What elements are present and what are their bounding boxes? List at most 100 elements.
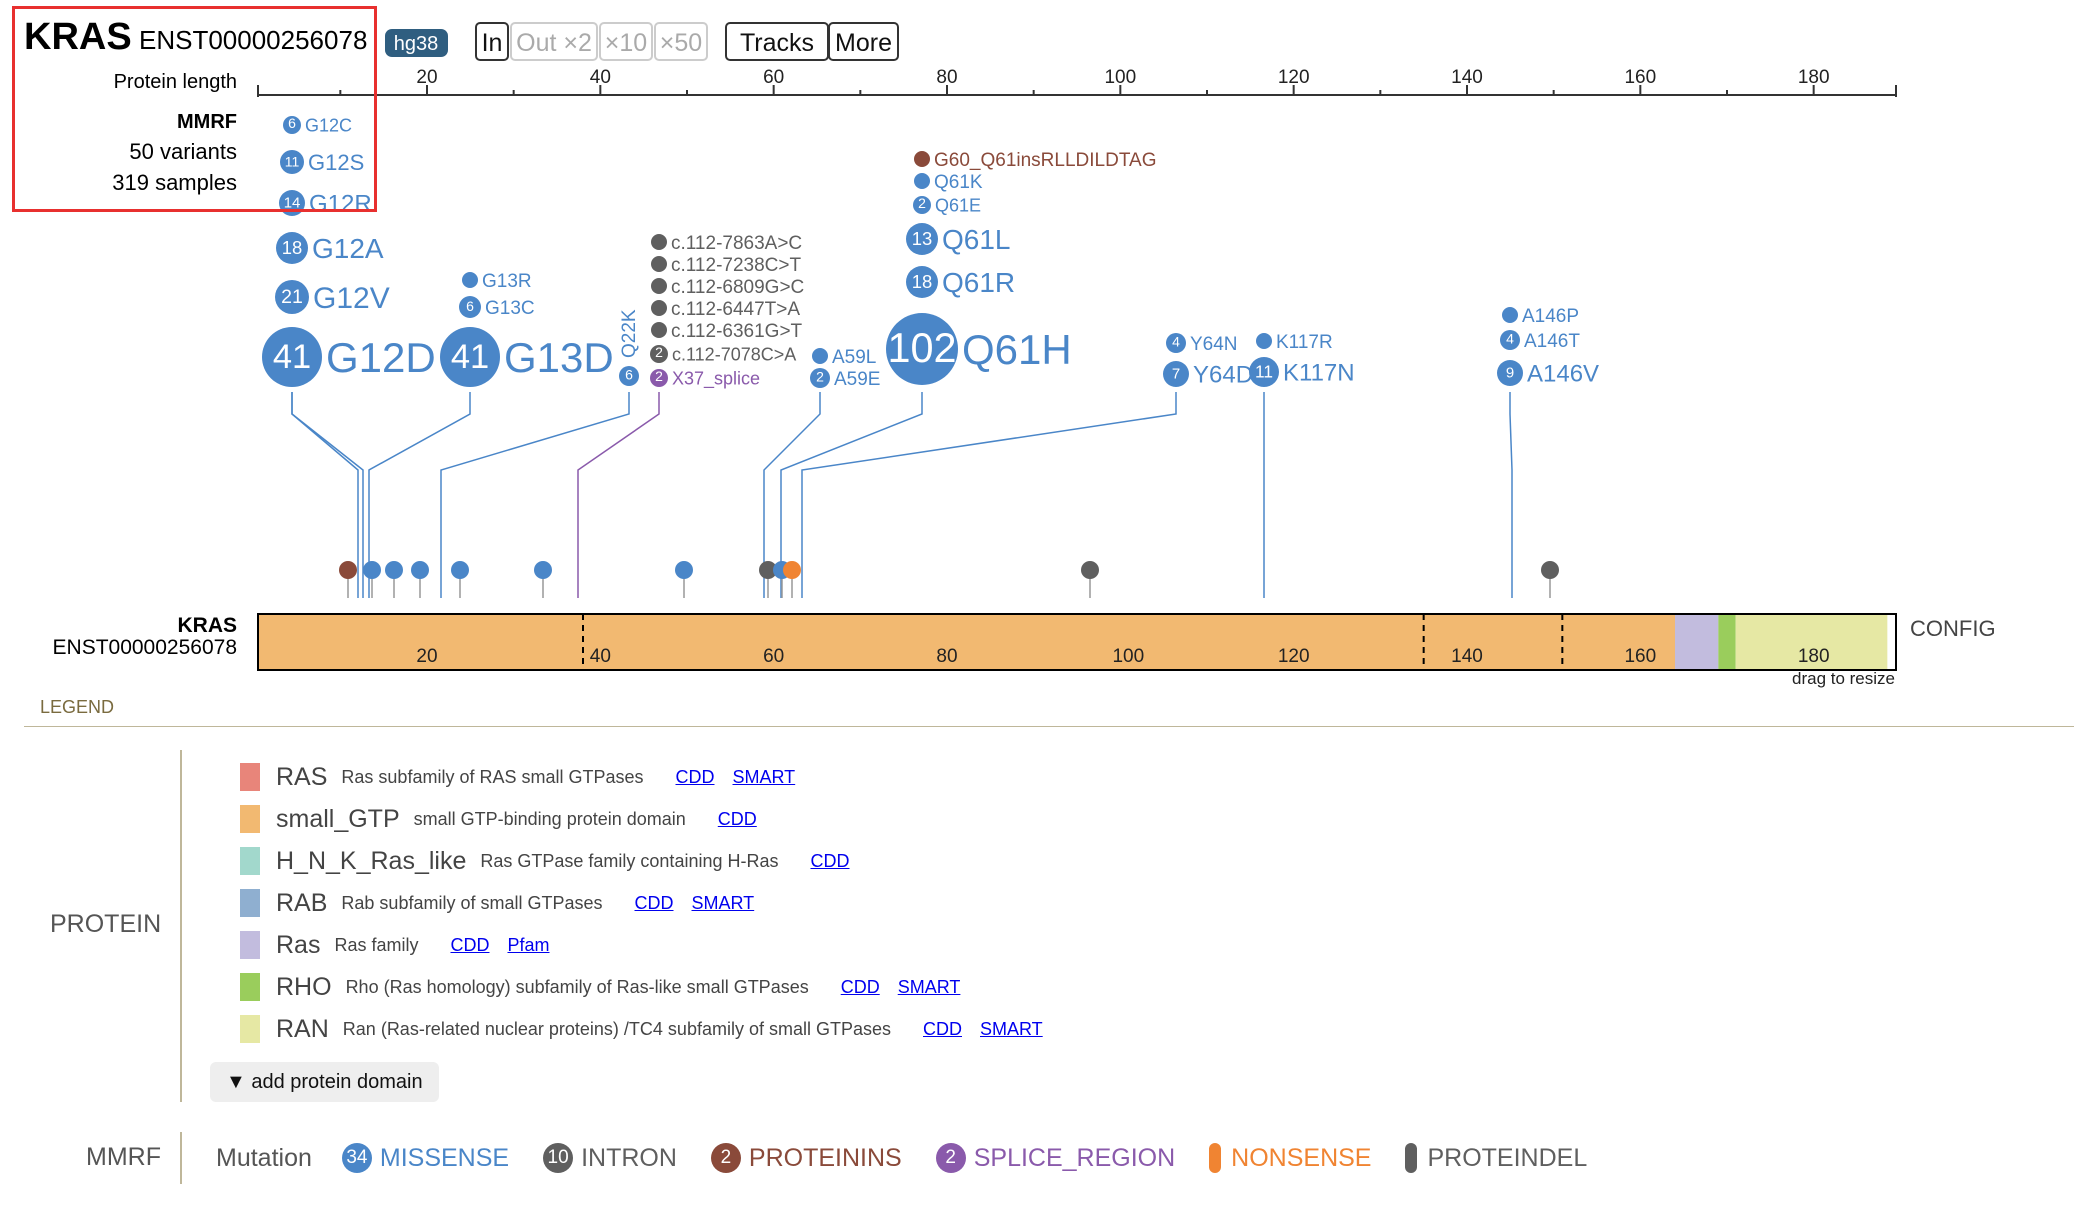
variant-Y64D[interactable]: 7 Y64D [1163, 361, 1253, 389]
domain-link-cdd[interactable]: CDD [676, 767, 715, 788]
variant-A59E[interactable]: 2 A59E [810, 368, 880, 390]
variant-label: Q61H [962, 326, 1072, 373]
domain-Ras[interactable] [1675, 615, 1719, 669]
config-button[interactable]: CONFIG [1910, 616, 1996, 641]
domain-RHO[interactable] [1718, 615, 1736, 669]
domain-link-cdd[interactable]: CDD [923, 1019, 962, 1040]
variant-dot[interactable] [914, 173, 930, 189]
domain-link-cdd[interactable]: CDD [635, 893, 674, 914]
variant-dot[interactable] [651, 234, 667, 250]
track-tick-label: 160 [1624, 646, 1656, 667]
variant-count: 41 [451, 338, 489, 376]
variant-c-112-6447T-A[interactable]: c.112-6447T>A [651, 299, 800, 320]
domain-description: Rab subfamily of small GTPases [341, 892, 603, 913]
variant-c-112-7863A-C[interactable]: c.112-7863A>C [651, 233, 802, 254]
mutation-class-intron[interactable]: 10 INTRON [543, 1143, 677, 1173]
variant-A146P[interactable]: A146P [1502, 306, 1579, 327]
variant-G13R[interactable]: G13R [462, 271, 532, 292]
variant-c-112-6361G-T[interactable]: c.112-6361G>T [651, 321, 803, 342]
domain-legend-item-RAN[interactable]: RAN Ran (Ras-related nuclear proteins) /T… [240, 1012, 1061, 1046]
domain-link-cdd[interactable]: CDD [450, 935, 489, 956]
domain-link-smart[interactable]: SMART [898, 977, 961, 998]
genome-badge-label: hg38 [394, 33, 439, 55]
minor-variant-dot[interactable] [411, 561, 429, 579]
variant-G12D[interactable]: 41 G12D [262, 327, 436, 387]
domain-color-swatch[interactable] [240, 889, 260, 917]
domain-name: small_GTP [276, 804, 400, 833]
domain-legend-item-RAS[interactable]: RAS Ras subfamily of RAS small GTPases CDD… [240, 760, 813, 794]
variant-dot[interactable] [462, 272, 478, 288]
domain-link-cdd[interactable]: CDD [810, 851, 849, 872]
domain-legend-item-small_GTP[interactable]: small_GTP small GTP-binding protein domai… [240, 802, 775, 836]
domain-link-cdd[interactable]: CDD [718, 809, 757, 830]
variant-A146T[interactable]: 4 A146T [1500, 330, 1580, 352]
add-protein-domain-button[interactable]: ▼ add protein domain [210, 1062, 439, 1102]
minor-variant-dot[interactable] [363, 561, 381, 579]
variant-dot[interactable] [1256, 333, 1272, 349]
zoom-out-50-button-label: ×50 [660, 29, 702, 57]
minor-variant-dot[interactable] [783, 561, 801, 579]
variant-A59L[interactable]: A59L [812, 347, 876, 368]
domain-link-smart[interactable]: SMART [692, 893, 755, 914]
mutation-class-nonsense[interactable]: NONSENSE [1209, 1143, 1371, 1173]
domain-color-swatch[interactable] [240, 847, 260, 875]
variant-G13C[interactable]: 6 G13C [459, 296, 535, 319]
minor-variant-dot[interactable] [451, 561, 469, 579]
variant-Q61R[interactable]: 18 Q61R [906, 266, 1015, 298]
domain-color-swatch[interactable] [240, 1015, 260, 1043]
variant-K117R[interactable]: K117R [1256, 332, 1333, 353]
domain-link-pfam[interactable]: Pfam [507, 935, 549, 956]
domain-color-swatch[interactable] [240, 973, 260, 1001]
variant-dot[interactable] [812, 348, 828, 364]
variant-G13D[interactable]: 41 G13D [440, 327, 614, 387]
domain-color-swatch[interactable] [240, 931, 260, 959]
minor-variant-dot[interactable] [1081, 561, 1099, 579]
minor-variant-dot[interactable] [534, 561, 552, 579]
variant-Q61H[interactable]: 102 Q61H [886, 313, 1072, 385]
variant-G12V[interactable]: 21 G12V [275, 280, 390, 315]
variant-count: 4 [1506, 331, 1514, 347]
variant-Q61K[interactable]: Q61K [914, 172, 983, 193]
mutation-class-label: PROTEINDEL [1427, 1143, 1588, 1172]
domain-link-smart[interactable]: SMART [733, 767, 796, 788]
variant-Q61E[interactable]: 2 Q61E [913, 195, 981, 215]
variant-dot[interactable] [651, 300, 667, 316]
variant-K117N[interactable]: 11 K117N [1249, 357, 1355, 387]
variant-Q22K[interactable]: 6 Q22K [619, 309, 640, 386]
domain-legend-item-RHO[interactable]: RHO Rho (Ras homology) subfamily of Ras-l… [240, 970, 978, 1004]
variant-dot[interactable] [1502, 307, 1518, 323]
variant-X37-splice[interactable]: 2 X37_splice [650, 368, 760, 389]
domain-legend-item-RAB[interactable]: RAB Rab subfamily of small GTPases CDD SMAR… [240, 886, 772, 920]
minor-variant-dot[interactable] [675, 561, 693, 579]
domain-legend-item-H_N_K_Ras_like[interactable]: H_N_K_Ras_like Ras GTPase family containi… [240, 844, 867, 878]
variant-dot[interactable] [651, 256, 667, 272]
variant-Y64N[interactable]: 4 Y64N [1166, 333, 1238, 355]
variant-count: 41 [273, 338, 311, 376]
variant-Q61L[interactable]: 13 Q61L [906, 223, 1011, 255]
ruler-tick-label: 40 [590, 67, 611, 88]
variant-dot[interactable] [914, 151, 930, 167]
domain-color-swatch[interactable] [240, 763, 260, 791]
minor-variant-dot[interactable] [1541, 561, 1559, 579]
variant-G12A[interactable]: 18 G12A [276, 232, 384, 264]
variant-c-112-6809G-C[interactable]: c.112-6809G>C [651, 277, 804, 298]
domain-link-smart[interactable]: SMART [980, 1019, 1043, 1040]
variant-c-112-7238C-T[interactable]: c.112-7238C>T [651, 255, 801, 276]
drag-to-resize-hint[interactable]: drag to resize [1792, 669, 1895, 688]
minor-variant-dot[interactable] [385, 561, 403, 579]
variant-c-112-7078C-A[interactable]: 2 c.112-7078C>A [650, 344, 796, 364]
variant-dot[interactable] [651, 278, 667, 294]
domain-name: RAS [276, 762, 328, 791]
minor-variant-dot[interactable] [339, 561, 357, 579]
variant-G60-Q61insRLLDILDTAG[interactable]: G60_Q61insRLLDILDTAG [914, 150, 1156, 171]
mutation-class-missense[interactable]: 34 MISSENSE [341, 1143, 509, 1173]
variant-A146V[interactable]: 9 A146V [1497, 360, 1599, 388]
mutation-class-proteinins[interactable]: 2 PROTEININS [710, 1143, 902, 1173]
domain-color-swatch[interactable] [240, 805, 260, 833]
mutation-class-proteindel[interactable]: PROTEINDEL [1405, 1143, 1587, 1173]
track-tick-label: 40 [590, 646, 611, 667]
domain-link-cdd[interactable]: CDD [841, 977, 880, 998]
domain-legend-item-Ras[interactable]: Ras Ras family CDD Pfam [240, 928, 568, 962]
variant-dot[interactable] [651, 322, 667, 338]
mutation-class-splice_region[interactable]: 2 SPLICE_REGION [935, 1143, 1175, 1173]
